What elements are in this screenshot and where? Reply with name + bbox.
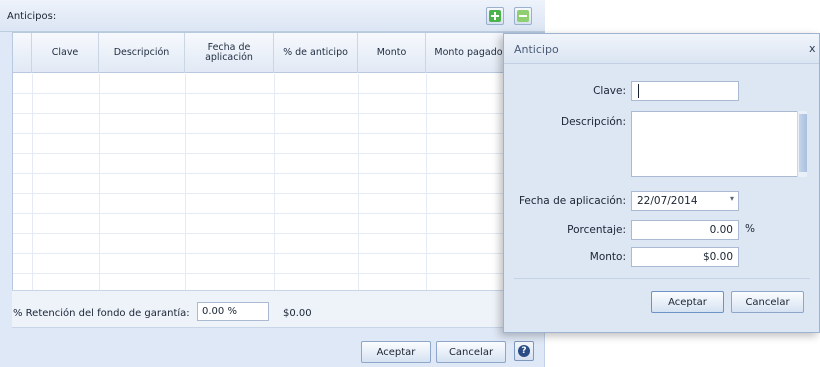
anticipos-header: Anticipos: bbox=[0, 0, 545, 32]
plus-icon bbox=[489, 10, 501, 22]
grid-divider bbox=[358, 74, 359, 290]
table-row[interactable] bbox=[13, 74, 545, 94]
fecha-date-picker[interactable] bbox=[631, 191, 739, 211]
table-row[interactable] bbox=[13, 194, 545, 214]
grid-divider bbox=[185, 74, 186, 290]
minus-icon bbox=[517, 10, 529, 22]
accept-button[interactable]: Aceptar bbox=[361, 341, 431, 363]
retencion-input[interactable] bbox=[197, 302, 269, 321]
grid-divider bbox=[426, 74, 427, 290]
descripcion-label: Descripción: bbox=[561, 116, 626, 128]
scrollbar-thumb[interactable] bbox=[799, 114, 807, 172]
porcentaje-field[interactable] bbox=[631, 220, 739, 240]
grid-divider bbox=[32, 74, 33, 290]
dialog-cancel-button[interactable]: Cancelar bbox=[731, 291, 804, 313]
table-row[interactable] bbox=[13, 254, 545, 274]
descripcion-field[interactable] bbox=[631, 111, 806, 177]
retencion-amount: $0.00 bbox=[283, 308, 312, 319]
table-row[interactable] bbox=[13, 134, 545, 154]
remove-anticipo-button[interactable] bbox=[514, 7, 532, 25]
anticipos-panel: Anticipos: Clave Descripción Fecha de ap… bbox=[0, 0, 545, 367]
close-icon[interactable]: x bbox=[809, 42, 816, 55]
column-header-clave[interactable]: Clave bbox=[32, 33, 99, 73]
porcentaje-label: Porcentaje: bbox=[567, 224, 626, 236]
table-row[interactable] bbox=[13, 214, 545, 234]
dialog-title: Anticipo bbox=[514, 43, 559, 56]
cancel-button[interactable]: Cancelar bbox=[436, 341, 506, 363]
table-row[interactable] bbox=[13, 174, 545, 194]
table-row[interactable] bbox=[13, 94, 545, 114]
chevron-down-icon[interactable]: ▾ bbox=[730, 194, 734, 203]
row-selector-header bbox=[13, 33, 32, 73]
column-header-fecha[interactable]: Fecha de aplicación bbox=[185, 33, 274, 73]
text-caret bbox=[638, 84, 639, 98]
porcentaje-unit: % bbox=[745, 223, 755, 235]
help-button[interactable]: ? bbox=[514, 341, 534, 361]
anticipos-grid[interactable]: Clave Descripción Fecha de aplicación % … bbox=[12, 32, 545, 290]
monto-label: Monto: bbox=[589, 251, 626, 263]
table-row[interactable] bbox=[13, 154, 545, 174]
anticipos-title: Anticipos: bbox=[7, 11, 57, 22]
grid-header: Clave Descripción Fecha de aplicación % … bbox=[13, 33, 545, 73]
column-header-monto-pagado[interactable]: Monto pagado bbox=[426, 33, 511, 73]
add-anticipo-button[interactable] bbox=[486, 7, 504, 25]
clave-label: Clave: bbox=[593, 85, 626, 97]
retencion-label: % Retención del fondo de garantía: bbox=[13, 308, 190, 319]
dialog-header: Anticipo x bbox=[504, 34, 819, 64]
monto-field[interactable] bbox=[631, 247, 739, 267]
descripcion-scrollbar[interactable] bbox=[797, 111, 807, 177]
fecha-label: Fecha de aplicación: bbox=[518, 195, 626, 207]
anticipo-dialog: Anticipo x Clave: Descripción: Fecha de … bbox=[503, 33, 820, 333]
table-row[interactable] bbox=[13, 274, 545, 290]
dialog-accept-button[interactable]: Aceptar bbox=[651, 291, 724, 313]
grid-divider bbox=[99, 74, 100, 290]
column-header-monto[interactable]: Monto bbox=[358, 33, 426, 73]
column-header-porcentaje[interactable]: % de anticipo bbox=[274, 33, 358, 73]
grid-divider bbox=[274, 74, 275, 290]
dialog-divider bbox=[514, 278, 810, 279]
column-header-descripcion[interactable]: Descripción bbox=[99, 33, 185, 73]
clave-field[interactable] bbox=[631, 81, 739, 101]
question-icon: ? bbox=[518, 345, 530, 357]
table-row[interactable] bbox=[13, 114, 545, 134]
table-row[interactable] bbox=[13, 234, 545, 254]
